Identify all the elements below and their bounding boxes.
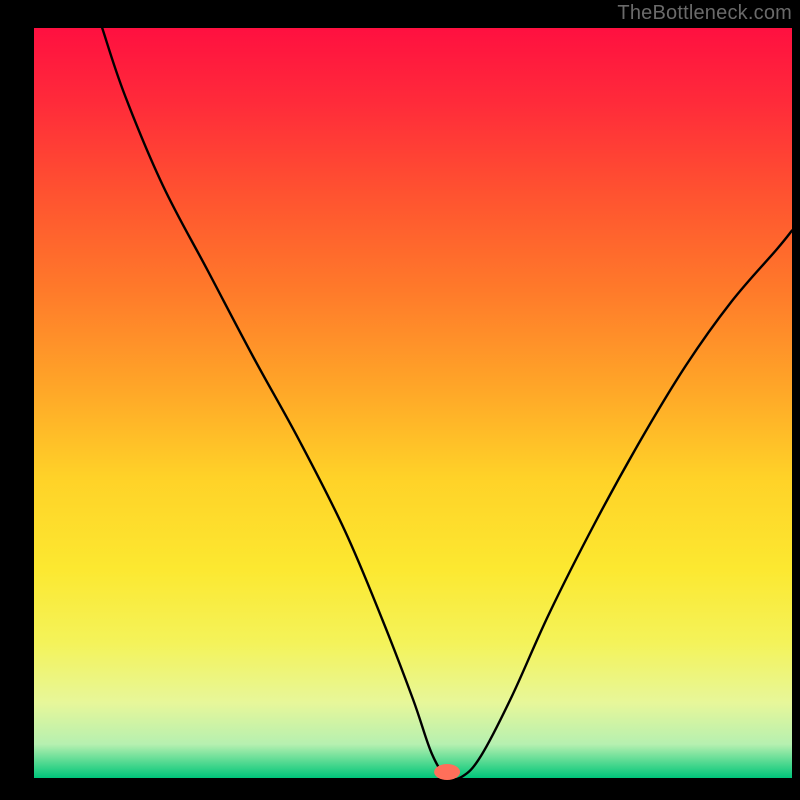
optimal-marker [434, 764, 460, 780]
chart-stage: TheBottleneck.com [0, 0, 800, 800]
watermark-label: TheBottleneck.com [617, 2, 792, 25]
plot-background [34, 28, 792, 778]
bottleneck-chart [0, 0, 800, 800]
